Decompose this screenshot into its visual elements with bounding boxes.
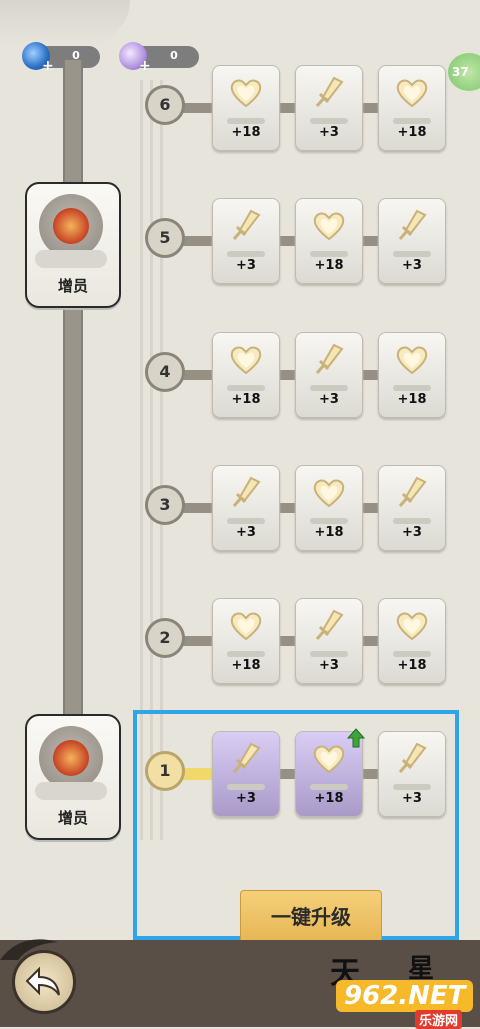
reward-value: +18 bbox=[231, 392, 261, 407]
back-arrow-icon bbox=[25, 966, 60, 996]
reward-value: +3 bbox=[402, 525, 422, 540]
reward-value: +3 bbox=[402, 258, 422, 273]
card-decoration bbox=[310, 651, 348, 657]
reward-card[interactable]: +18 bbox=[212, 332, 280, 418]
reward-card[interactable]: +18 bbox=[295, 198, 363, 284]
card-decoration bbox=[227, 518, 265, 524]
card-decoration bbox=[393, 251, 431, 257]
card-decoration bbox=[227, 651, 265, 657]
card-decoration bbox=[310, 118, 348, 124]
back-button[interactable] bbox=[12, 950, 76, 1014]
reward-value: +3 bbox=[236, 258, 256, 273]
reward-card[interactable]: +3 bbox=[378, 198, 446, 284]
ink-decoration bbox=[0, 0, 130, 46]
level-row: 2 +18 +3 +18 bbox=[0, 598, 480, 684]
reward-value: +18 bbox=[397, 392, 427, 407]
card-decoration bbox=[310, 251, 348, 257]
reward-value: +18 bbox=[397, 658, 427, 673]
reward-card[interactable]: +18 bbox=[378, 332, 446, 418]
level-row: 4 +18 +3 +18 bbox=[0, 332, 480, 418]
reward-value: +18 bbox=[397, 125, 427, 140]
card-decoration bbox=[227, 251, 265, 257]
level-row: 3 +3 +18 +3 bbox=[0, 465, 480, 551]
level-row: 5 +3 +18 +3 bbox=[0, 198, 480, 284]
reward-value: +18 bbox=[231, 658, 261, 673]
reward-value: +3 bbox=[319, 658, 339, 673]
card-decoration bbox=[310, 385, 348, 391]
reward-value: +3 bbox=[319, 125, 339, 140]
reward-card[interactable]: +3 bbox=[212, 465, 280, 551]
brand-subtitle: 乐游网 bbox=[415, 1010, 463, 1029]
card-decoration bbox=[393, 518, 431, 524]
level-number[interactable]: 4 bbox=[145, 352, 185, 392]
level-number[interactable]: 3 bbox=[145, 485, 185, 525]
card-decoration bbox=[310, 518, 348, 524]
reward-card[interactable]: +18 bbox=[212, 65, 280, 151]
reward-card[interactable]: +3 bbox=[212, 198, 280, 284]
card-decoration bbox=[227, 385, 265, 391]
site-watermark: 天 星 962.NET 乐游网 bbox=[330, 948, 480, 1029]
card-decoration bbox=[393, 385, 431, 391]
reward-value: +18 bbox=[314, 258, 344, 273]
reward-value: +3 bbox=[319, 392, 339, 407]
level-number[interactable]: 6 bbox=[145, 85, 185, 125]
reward-value: +3 bbox=[236, 525, 256, 540]
reward-card[interactable]: +18 bbox=[378, 65, 446, 151]
card-decoration bbox=[393, 118, 431, 124]
reward-card[interactable]: +3 bbox=[295, 598, 363, 684]
reward-value: +18 bbox=[314, 525, 344, 540]
reward-card[interactable]: +18 bbox=[212, 598, 280, 684]
brand-logo: 962.NET bbox=[336, 980, 474, 1012]
one-click-upgrade-button[interactable]: 一键升级 bbox=[240, 890, 382, 944]
reward-value: +18 bbox=[231, 125, 261, 140]
level-number[interactable]: 2 bbox=[145, 618, 185, 658]
reward-card[interactable]: +18 bbox=[295, 465, 363, 551]
reward-card[interactable]: +3 bbox=[295, 332, 363, 418]
reward-card[interactable]: +3 bbox=[295, 65, 363, 151]
level-row: 6 +18 +3 +18 bbox=[0, 65, 480, 151]
brand-logo-number: 962 bbox=[344, 981, 399, 1011]
brand-logo-suffix: .NET bbox=[398, 981, 466, 1011]
card-decoration bbox=[227, 118, 265, 124]
card-decoration bbox=[393, 651, 431, 657]
level-number[interactable]: 5 bbox=[145, 218, 185, 258]
reward-card[interactable]: +3 bbox=[378, 465, 446, 551]
reward-card[interactable]: +18 bbox=[378, 598, 446, 684]
unlock-label: 增员 bbox=[57, 277, 88, 295]
purple-gem-value: 0 bbox=[170, 49, 178, 62]
